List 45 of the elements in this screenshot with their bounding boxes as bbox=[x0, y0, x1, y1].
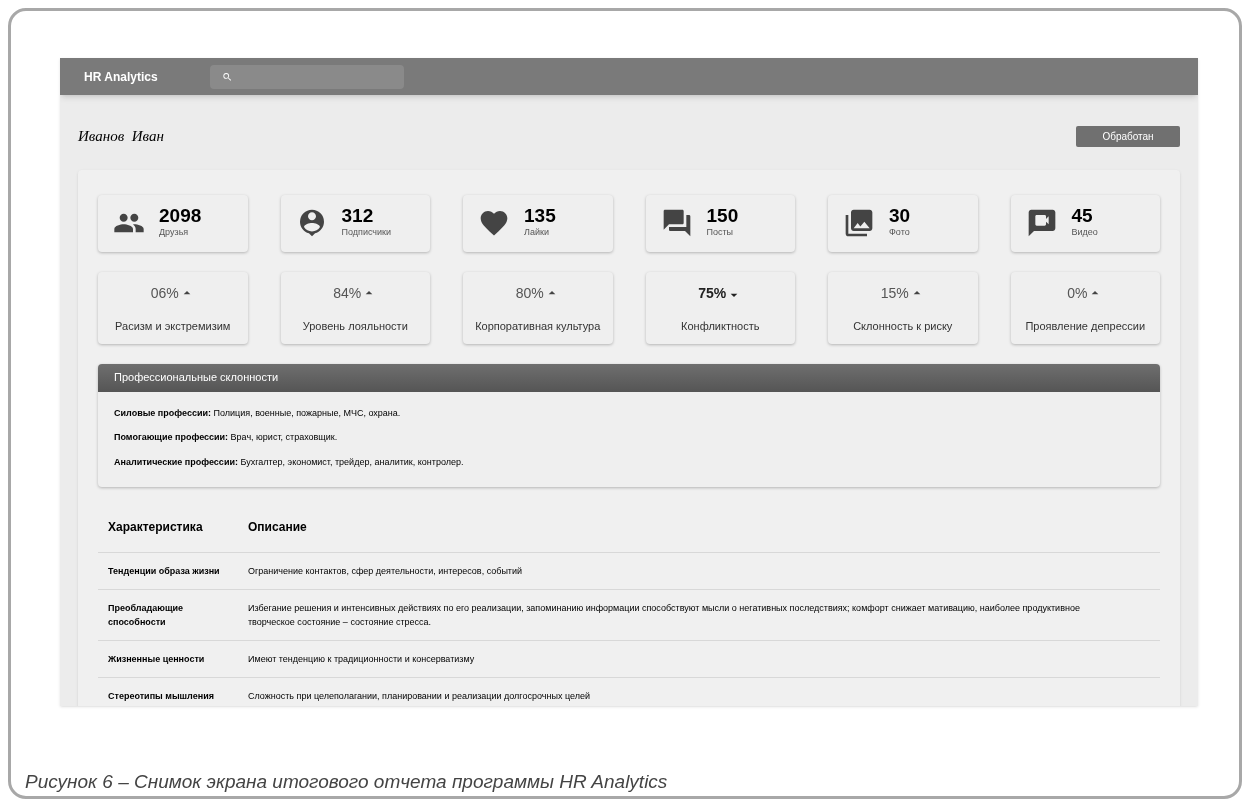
stat-label: Подписчики bbox=[341, 226, 391, 240]
app-title: HR Analytics bbox=[84, 68, 158, 86]
stat-value: 45 bbox=[1071, 206, 1094, 227]
stat-label: Видео bbox=[1071, 226, 1098, 240]
metric-label: Корпоративная культура bbox=[475, 318, 601, 334]
metric-value: 80% bbox=[515, 283, 544, 303]
table-cell-text: Жизненные ценности bbox=[108, 653, 206, 666]
status-button[interactable]: Обработан bbox=[1076, 125, 1180, 147]
metric-value: 06% bbox=[150, 283, 179, 303]
column-header: Характеристика bbox=[108, 518, 204, 536]
table-cell-text: Избегание решения и интенсивных действиях по его реализации, запоминанию информации способствуют мысли о негативных последствиях; комфорт снижает мативацию, наиболее продуктивное творческое состояние – состояние стресса. bbox=[248, 602, 1081, 629]
table-cell-text: Сложность при целеполагании, планировании и реализации долгосрочных целей bbox=[248, 690, 591, 703]
stat-label: Друзья bbox=[159, 226, 190, 240]
metric-label: Расизм и экстремизим bbox=[115, 318, 231, 334]
metric-label: Уровень лояльности bbox=[302, 318, 408, 334]
section-title: Профессиональные склонности bbox=[114, 370, 279, 386]
metric-value: 75% bbox=[698, 283, 727, 303]
profession-line: Помогающие профессии: Врач, юрист, страховщик. bbox=[114, 431, 339, 444]
stat-value: 2098 bbox=[159, 206, 202, 227]
metric-value: 0% bbox=[1067, 283, 1088, 303]
person-name: Иванов Иван bbox=[78, 127, 164, 146]
stat-value: 150 bbox=[706, 206, 739, 227]
stat-value: 135 bbox=[524, 206, 556, 227]
search-icon bbox=[221, 70, 233, 83]
table-cell-text: Ограничение контактов, сфер деятельности, интересов, событий bbox=[248, 565, 524, 578]
stat-value: 30 bbox=[889, 206, 911, 227]
table-cell-text: Стереотипы мышления bbox=[108, 690, 215, 703]
profession-line: Аналитические профессии: Бухгалтер, экономист, трейдер, аналитик, контролер. bbox=[114, 455, 465, 469]
metric-value: 15% bbox=[880, 283, 909, 303]
photos-icon bbox=[843, 207, 875, 239]
figure-caption: Рисунок 6 – Снимок экрана итогового отчета программы HR Analytics bbox=[25, 769, 669, 794]
column-header: Описание bbox=[248, 518, 307, 536]
stat-label: Фото bbox=[889, 226, 911, 240]
search-field[interactable] bbox=[209, 64, 404, 89]
metric-label: Склонность к риску bbox=[853, 318, 953, 334]
profession-line: Силовые профессии: Полиция, военные, пожарные, МЧС, охрана. bbox=[114, 406, 402, 420]
metric-label: Проявление депрессии bbox=[1025, 318, 1146, 334]
stat-label: Лайки bbox=[524, 226, 550, 240]
stat-value: 312 bbox=[341, 206, 375, 227]
metric-label: Конфликтность bbox=[681, 318, 760, 334]
table-cell-text: Имеют тенденцию к традиционности и консерватизму bbox=[248, 653, 476, 666]
stat-label: Посты bbox=[706, 226, 735, 240]
table-cell-text: Тенденции образа жизни bbox=[108, 565, 221, 578]
table-cell-text: Преобладающие способности bbox=[108, 602, 185, 629]
metric-value: 84% bbox=[333, 283, 362, 303]
